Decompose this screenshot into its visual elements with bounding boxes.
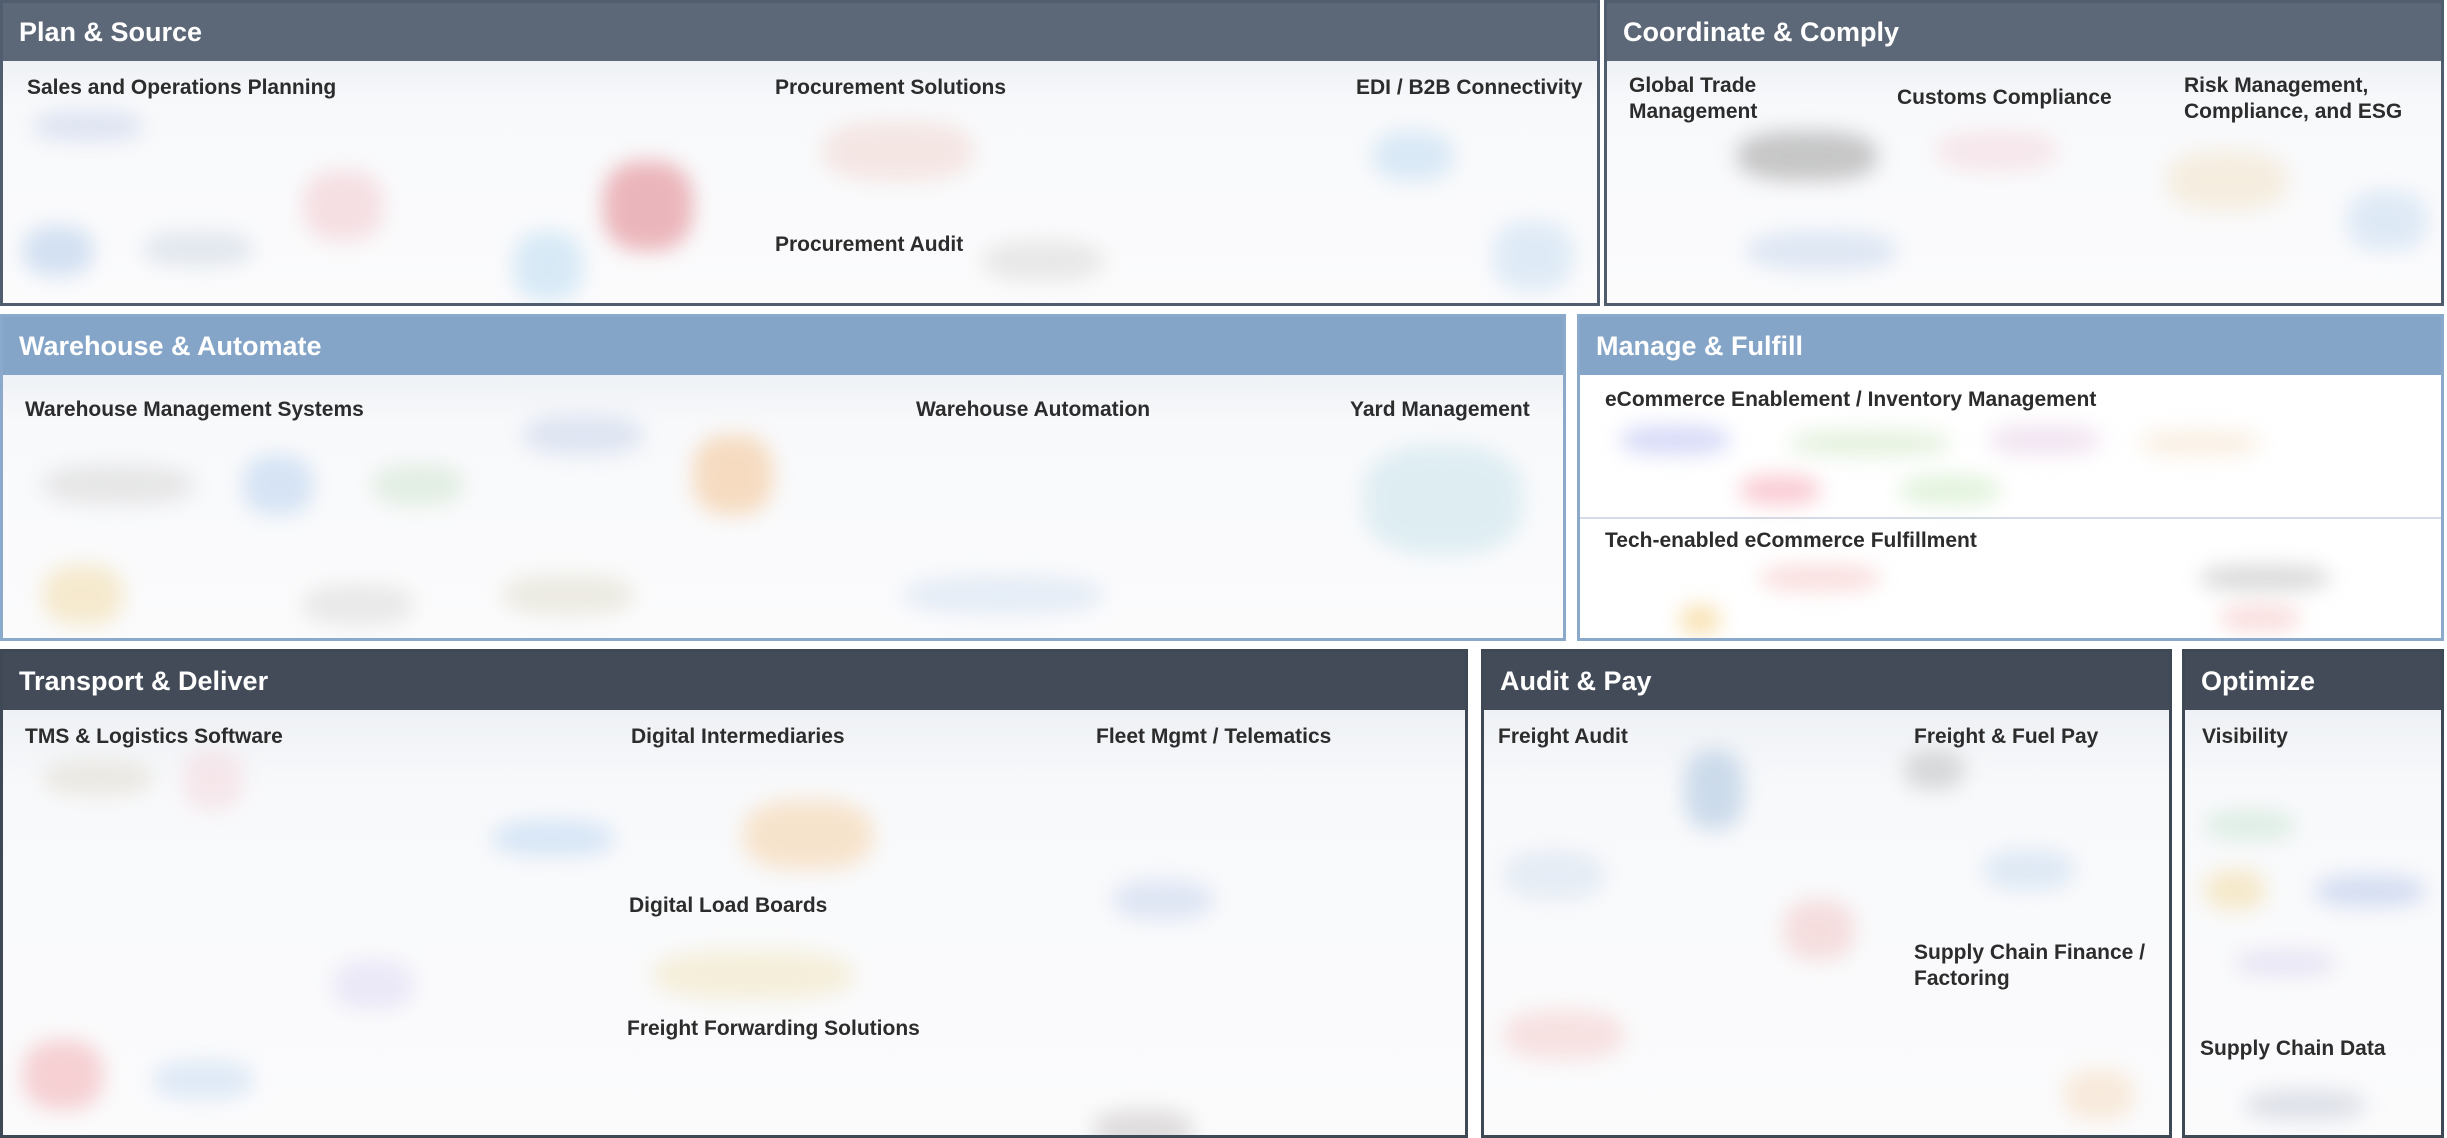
logo-placeholder: [1904, 750, 1964, 790]
logo-placeholder: [1504, 1010, 1624, 1060]
logo-placeholder: [243, 455, 313, 515]
logo-placeholder: [493, 820, 613, 856]
transport-deliver-panel: Transport & Deliver TMS & Logistics Soft…: [0, 649, 1468, 1138]
logo-placeholder: [903, 575, 1103, 615]
logo-placeholder: [1373, 131, 1453, 181]
logo-placeholder: [23, 226, 93, 276]
category-customs-label: Customs Compliance: [1897, 86, 2112, 109]
logo-placeholder: [1760, 565, 1880, 591]
logo-placeholder: [183, 750, 243, 810]
logo-placeholder: [373, 465, 463, 505]
logo-placeholder: [23, 1040, 103, 1110]
logo-placeholder: [2245, 1090, 2365, 1120]
category-automation-label: Warehouse Automation: [916, 398, 1151, 421]
logo-placeholder: [2205, 810, 2295, 840]
category-forwarding-label: Freight Forwarding Solutions: [627, 1017, 920, 1040]
logo-placeholder: [153, 1060, 253, 1100]
manage-fulfill-title: Manage & Fulfill: [1580, 317, 2441, 375]
logo-placeholder: [743, 800, 873, 870]
category-gtm-label: Global Trade Management: [1629, 74, 1758, 123]
category-fulfillment-label: Tech-enabled eCommerce Fulfillment: [1605, 529, 1977, 552]
audit-pay-body: [1484, 710, 2169, 1135]
logo-placeholder: [2064, 1070, 2134, 1120]
logo-placeholder: [1113, 880, 1213, 920]
logo-placeholder: [1493, 221, 1573, 291]
logo-placeholder: [1790, 430, 1950, 456]
logo-placeholder: [1747, 231, 1897, 271]
category-load-boards-label: Digital Load Boards: [629, 894, 828, 917]
logo-placeholder: [43, 465, 193, 505]
category-fleet-label: Fleet Mgmt / Telematics: [1096, 725, 1332, 748]
category-sop-label: Sales and Operations Planning: [27, 76, 337, 99]
logo-placeholder: [303, 585, 413, 625]
section-divider: [1580, 517, 2441, 519]
category-edi-label: EDI / B2B Connectivity: [1356, 76, 1583, 99]
optimize-body: [2185, 710, 2441, 1135]
logo-placeholder: [2220, 605, 2300, 631]
logo-placeholder: [2347, 191, 2427, 251]
category-ecom-label: eCommerce Enablement / Inventory Managem…: [1605, 388, 2097, 411]
category-wms-label: Warehouse Management Systems: [25, 398, 364, 421]
category-visibility-label: Visibility: [2202, 725, 2288, 748]
logo-placeholder: [823, 121, 973, 181]
category-data-label: Supply Chain Data: [2200, 1037, 2386, 1060]
audit-pay-title: Audit & Pay: [1484, 652, 2169, 710]
logo-placeholder: [33, 111, 143, 141]
logo-placeholder: [693, 435, 773, 515]
logo-placeholder: [43, 565, 123, 625]
category-risk-label: Risk Management, Compliance, and ESG: [2184, 74, 2403, 123]
coordinate-comply-panel: Coordinate & Comply Global Trade Managem…: [1604, 0, 2444, 306]
logo-placeholder: [2167, 151, 2287, 211]
warehouse-automate-panel: Warehouse & Automate Warehouse Managemen…: [0, 314, 1566, 641]
logo-placeholder: [1784, 900, 1854, 960]
logo-placeholder: [1990, 425, 2100, 455]
logo-placeholder: [2235, 950, 2335, 976]
category-finance-label: Supply Chain Finance / Factoring: [1914, 941, 2146, 990]
category-tms-label: TMS & Logistics Software: [25, 725, 283, 748]
logo-placeholder: [2140, 430, 2260, 456]
category-procurement-label: Procurement Solutions: [775, 76, 1007, 99]
category-freight-audit-label: Freight Audit: [1498, 725, 1628, 748]
logo-placeholder: [1504, 850, 1604, 900]
plan-source-panel: Plan & Source Sales and Operations Plann…: [0, 0, 1600, 306]
logo-placeholder: [1740, 475, 1820, 505]
logo-placeholder: [1984, 850, 2074, 890]
logo-placeholder: [1937, 131, 2057, 171]
logo-placeholder: [1093, 1110, 1193, 1135]
logo-placeholder: [43, 760, 153, 796]
logo-placeholder: [523, 415, 643, 455]
transport-deliver-body: [3, 710, 1465, 1135]
category-fuel-pay-label: Freight & Fuel Pay: [1914, 725, 2099, 748]
logo-placeholder: [2315, 875, 2425, 907]
logo-placeholder: [1363, 445, 1523, 555]
manage-fulfill-panel: Manage & Fulfill eCommerce Enablement / …: [1577, 314, 2444, 641]
warehouse-automate-title: Warehouse & Automate: [3, 317, 1563, 375]
transport-deliver-title: Transport & Deliver: [3, 652, 1465, 710]
logo-placeholder: [2200, 565, 2330, 591]
logo-placeholder: [653, 950, 853, 1000]
logo-placeholder: [1620, 425, 1730, 455]
logo-placeholder: [1680, 605, 1720, 635]
logo-placeholder: [1684, 750, 1744, 830]
logo-placeholder: [1737, 131, 1877, 181]
logo-placeholder: [143, 231, 253, 267]
logo-placeholder: [333, 960, 413, 1010]
logo-placeholder: [983, 241, 1103, 281]
logo-placeholder: [303, 171, 383, 241]
manage-fulfill-body: [1580, 375, 2441, 638]
logo-placeholder: [503, 575, 633, 615]
logo-placeholder: [2205, 870, 2265, 910]
logo-placeholder: [603, 161, 693, 251]
optimize-title: Optimize: [2185, 652, 2441, 710]
coordinate-comply-title: Coordinate & Comply: [1607, 3, 2441, 61]
category-procurement-audit-label: Procurement Audit: [775, 233, 964, 256]
logo-placeholder: [513, 231, 583, 301]
optimize-panel: Optimize Visibility Supply Chain Data: [2182, 649, 2444, 1138]
audit-pay-panel: Audit & Pay Freight Audit Freight & Fuel…: [1481, 649, 2172, 1138]
plan-source-title: Plan & Source: [3, 3, 1597, 61]
category-intermediaries-label: Digital Intermediaries: [631, 725, 845, 748]
logo-placeholder: [1900, 475, 2000, 505]
category-yard-label: Yard Management: [1350, 398, 1530, 421]
